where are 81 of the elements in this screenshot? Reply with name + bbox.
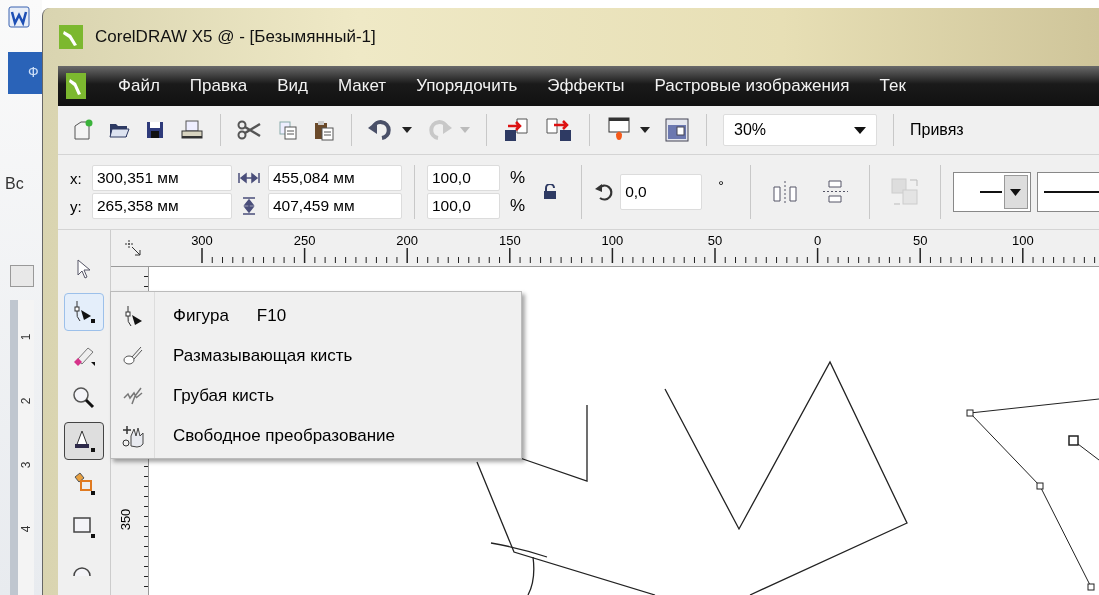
menu-item[interactable]: Правка [189, 76, 248, 96]
printer-icon[interactable] [180, 119, 204, 141]
ruler-label: 2 [19, 397, 33, 405]
magnifier-icon [71, 385, 97, 411]
menu-item[interactable]: Вид [277, 76, 308, 96]
mirror-vertical-icon[interactable] [820, 179, 849, 205]
y-label: y: [70, 197, 83, 215]
ruler-label: 150 [498, 233, 521, 248]
scissors-icon[interactable] [237, 119, 263, 141]
caret-icon[interactable] [640, 127, 650, 133]
menu-item[interactable]: Макет [338, 76, 387, 96]
app-icon [59, 25, 83, 49]
tool-button[interactable] [64, 422, 104, 460]
ruler-label: 50 [707, 233, 723, 248]
shape-tool-icon [122, 304, 144, 328]
menu-item[interactable]: Тек [879, 76, 906, 96]
shortcut-label: F10 [256, 306, 287, 326]
menu-item[interactable]: Растровые изображения [654, 76, 850, 96]
export-icon[interactable] [545, 117, 573, 143]
degree-label: ° [718, 178, 724, 194]
copy-icon[interactable] [277, 119, 299, 141]
flyout-item[interactable]: Свободное преобразование [111, 416, 521, 456]
width-field[interactable]: 455,084 мм [268, 165, 402, 191]
flyout-item[interactable]: Грубая кисть [111, 376, 521, 416]
x-position-field[interactable]: 300,351 мм [92, 165, 232, 191]
import-icon[interactable] [503, 117, 531, 143]
rotate-icon [594, 182, 615, 202]
ruler-label: 50 [912, 233, 928, 248]
percent-label: % [510, 168, 526, 188]
ruler-label: 1 [19, 333, 33, 341]
caret-icon [854, 126, 866, 134]
caret-icon [460, 127, 470, 133]
ruler-label: 300 [191, 233, 213, 248]
word-icon[interactable] [8, 6, 30, 28]
flyout-item[interactable]: Фигура F10 [111, 296, 521, 336]
menu-item[interactable]: Эффекты [547, 76, 625, 96]
ruler-label: 0 [814, 233, 822, 248]
ruler-label: 200 [396, 233, 419, 248]
snap-to-label[interactable]: Привяз [910, 121, 964, 139]
ribbon-label: Вс [5, 175, 24, 193]
brush-icon [122, 344, 144, 368]
ruler-origin-icon[interactable] [123, 238, 143, 258]
polyline-shape[interactable] [476, 404, 656, 595]
caret-icon [1010, 188, 1022, 196]
selected-curve[interactable] [966, 398, 1099, 591]
welcome-screen-icon[interactable] [664, 117, 690, 143]
arrow-icon [75, 258, 93, 280]
scale-width-field[interactable]: 100,0 [427, 165, 500, 191]
rotation-field[interactable]: 0,0 [620, 174, 703, 210]
redo-icon [426, 119, 452, 141]
undo-icon[interactable] [368, 119, 394, 141]
flyout-item[interactable]: Размазывающая кисть [111, 336, 521, 376]
window-title: CorelDRAW X5 @ - [Безымянный-1] [95, 27, 376, 47]
ruler-label: 250 [293, 233, 316, 248]
padlock-icon[interactable] [543, 184, 558, 200]
height-field[interactable]: 407,459 мм [268, 193, 402, 219]
caret-icon[interactable] [402, 127, 412, 133]
hand-transform-icon [121, 424, 145, 448]
ruler-label: 3 [19, 461, 33, 469]
y-position-field[interactable]: 265,358 мм [92, 193, 232, 219]
shape-tool-icon [71, 299, 97, 325]
clipboard-icon[interactable] [313, 119, 335, 141]
scale-height-field[interactable]: 100,0 [427, 193, 500, 219]
width-icon [238, 171, 260, 185]
zoom-dropdown[interactable]: 30% [723, 114, 877, 146]
menu-item[interactable]: Файл [118, 76, 160, 96]
x-label: x: [70, 169, 83, 187]
rectangle-icon [71, 514, 97, 540]
menu-item[interactable]: Упорядочить [416, 76, 518, 96]
ruler-label: 4 [19, 525, 33, 533]
convert-icon [889, 177, 920, 207]
ruler-corner [10, 265, 34, 287]
save-icon[interactable] [144, 119, 166, 141]
tool-button[interactable] [64, 293, 104, 331]
ruler-label: 350 [118, 508, 134, 531]
ribbon-tab[interactable]: Ф [8, 52, 42, 94]
line-style-dropdown[interactable] [1036, 172, 1099, 212]
line-start-dropdown[interactable] [952, 172, 1031, 212]
percent-label: % [510, 196, 526, 216]
ruler-label: 100 [601, 233, 624, 248]
ruler-label: 100 [1011, 233, 1034, 248]
